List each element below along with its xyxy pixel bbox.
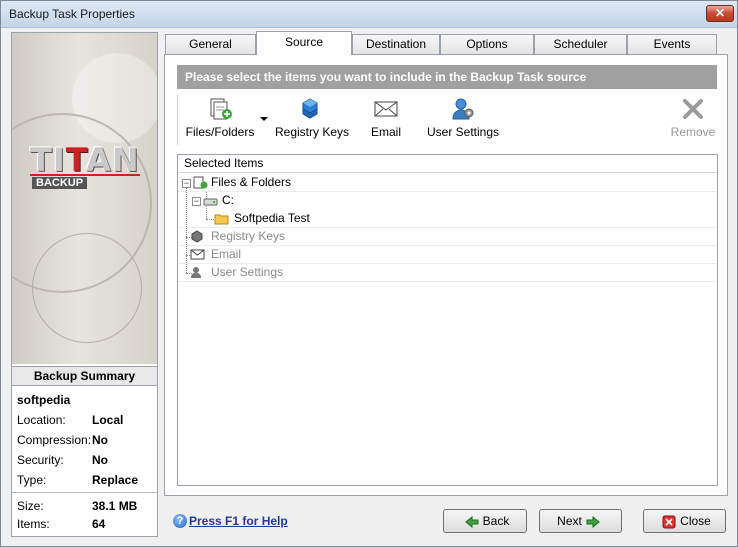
- arrow-left-icon: [464, 515, 479, 528]
- summary-heading: Backup Summary: [12, 366, 157, 386]
- summary-divider: [12, 492, 157, 493]
- selected-items-tree[interactable]: Selected Items − Files & Folders − C: So…: [177, 154, 718, 486]
- email-icon: [190, 249, 205, 260]
- tab-source[interactable]: Source: [256, 31, 352, 55]
- summary-row: Compression: No: [17, 433, 157, 451]
- email-icon: [374, 101, 398, 117]
- summary-value: 64: [92, 517, 106, 531]
- files-folders-dropdown-arrow[interactable]: [260, 117, 268, 121]
- files-folders-icon: [193, 176, 208, 189]
- banner-decoration: [32, 233, 142, 343]
- add-user-settings-button[interactable]: User Settings: [425, 97, 501, 145]
- add-registry-keys-button[interactable]: Registry Keys: [275, 97, 350, 145]
- close-label: Close: [680, 514, 711, 528]
- registry-keys-icon: [191, 230, 203, 243]
- tab-scheduler[interactable]: Scheduler: [534, 34, 627, 54]
- source-instructions: Please select the items you want to incl…: [177, 65, 717, 89]
- tab-events[interactable]: Events: [627, 34, 717, 54]
- source-tab-pane: Please select the items you want to incl…: [164, 54, 728, 496]
- email-label: Email: [370, 125, 401, 139]
- window-close-button[interactable]: ✕: [706, 5, 734, 22]
- summary-key: Items:: [17, 517, 50, 531]
- help-link[interactable]: Press F1 for Help: [189, 514, 288, 528]
- close-button[interactable]: Close: [643, 509, 726, 533]
- user-settings-label: User Settings: [426, 125, 500, 139]
- summary-row: Type: Replace: [17, 473, 157, 491]
- next-button[interactable]: Next: [539, 509, 622, 533]
- files-folders-label: Files/Folders: [185, 125, 255, 139]
- summary-key: Size:: [17, 499, 44, 513]
- tree-item-user-settings[interactable]: User Settings: [178, 264, 717, 282]
- summary-value: Replace: [92, 473, 139, 487]
- tree-item-email[interactable]: Email: [178, 246, 717, 264]
- tree-item-registry-keys[interactable]: Registry Keys: [178, 228, 717, 246]
- summary-key: Compression:: [17, 433, 92, 447]
- tree-item-label: Registry Keys: [211, 229, 286, 243]
- remove-icon: [683, 99, 703, 119]
- registry-keys-icon: [302, 98, 318, 119]
- summary-row: Security: No: [17, 453, 157, 471]
- summary-row: Location: Local: [17, 413, 157, 431]
- tree-item-files-folders[interactable]: − Files & Folders: [178, 174, 717, 192]
- summary-key: Location:: [17, 413, 66, 427]
- collapse-toggle[interactable]: −: [182, 179, 191, 188]
- close-icon: [662, 515, 676, 529]
- summary-key: Security:: [17, 453, 64, 467]
- files-folders-icon: [210, 98, 232, 120]
- summary-value: Local: [92, 413, 124, 427]
- user-settings-icon: [452, 98, 474, 120]
- left-panel: TITAN BACKUP Backup Summary softpedia Lo…: [11, 32, 158, 537]
- folder-icon: [214, 214, 229, 225]
- summary-key: Type:: [17, 473, 47, 487]
- toolbar-separator: [177, 95, 178, 145]
- add-email-button[interactable]: Email: [363, 97, 409, 145]
- tree-item-label: Email: [211, 247, 242, 261]
- add-files-folders-button[interactable]: Files/Folders: [185, 97, 255, 145]
- tree-header: Selected Items: [178, 155, 717, 173]
- back-button[interactable]: Back: [443, 509, 527, 533]
- drive-icon: [203, 198, 218, 206]
- remove-label: Remove: [670, 125, 716, 139]
- tree-item-label: Softpedia Test: [234, 211, 310, 225]
- title-bar[interactable]: Backup Task Properties ✕: [1, 1, 737, 28]
- tab-general[interactable]: General: [165, 34, 256, 54]
- summary-value: No: [92, 453, 108, 467]
- help-icon[interactable]: ?: [173, 514, 187, 528]
- tree-item-drive[interactable]: − C:: [178, 192, 717, 210]
- collapse-toggle[interactable]: −: [192, 197, 201, 206]
- tab-destination[interactable]: Destination: [352, 34, 440, 54]
- registry-keys-label: Registry Keys: [275, 125, 350, 139]
- tree-item-label: User Settings: [211, 265, 284, 279]
- backup-task-properties-window: Backup Task Properties ✕ TITAN BACKUP Ba…: [0, 0, 738, 547]
- tab-options[interactable]: Options: [440, 34, 534, 54]
- summary-stat-row: Size: 38.1 MB: [17, 499, 157, 517]
- summary-stat-row: Items: 64: [17, 517, 157, 535]
- next-label: Next: [557, 514, 582, 528]
- summary-value: 38.1 MB: [92, 499, 138, 513]
- logo-subtitle: BACKUP: [32, 177, 88, 189]
- tree-item-folder[interactable]: Softpedia Test: [178, 210, 717, 228]
- back-label: Back: [482, 514, 510, 528]
- tree-item-label: Files & Folders: [211, 175, 292, 189]
- product-banner: TITAN BACKUP: [12, 33, 157, 364]
- summary-value: No: [92, 433, 108, 447]
- tree-item-label: C:: [222, 193, 234, 207]
- arrow-right-icon: [586, 515, 600, 528]
- logo-underline: [30, 174, 140, 176]
- remove-button[interactable]: Remove: [665, 97, 721, 145]
- summary-task-name: softpedia: [17, 393, 71, 407]
- window-title: Backup Task Properties: [9, 7, 135, 21]
- user-settings-icon: [191, 267, 201, 278]
